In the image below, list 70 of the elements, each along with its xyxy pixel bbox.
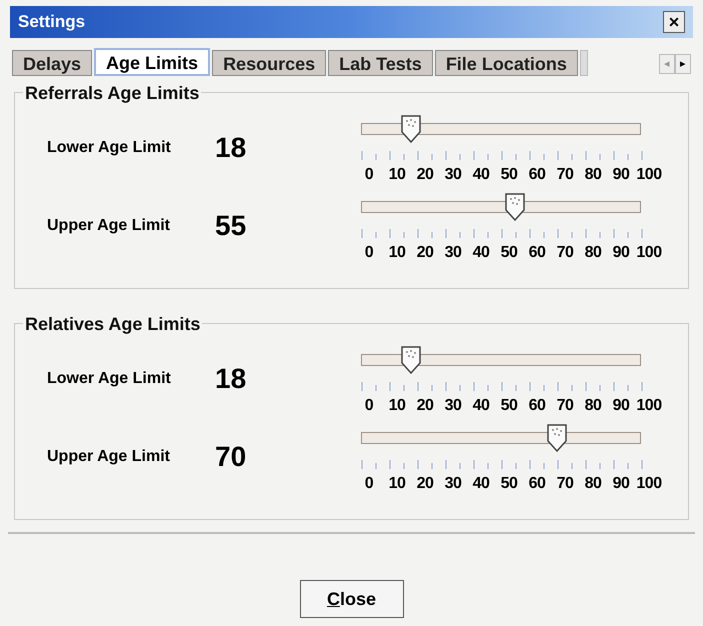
tick-label: 60 <box>528 243 546 263</box>
tab[interactable]: Lab Tests <box>328 50 433 76</box>
tick-label: 10 <box>388 474 406 494</box>
tick-label: 80 <box>584 165 602 185</box>
tick-label: 100 <box>635 474 663 494</box>
tick-label: 50 <box>500 396 518 416</box>
value-text: 55 <box>215 209 248 243</box>
tick-label: 80 <box>584 474 602 494</box>
slider-track[interactable] <box>361 354 641 366</box>
tick-label: 0 <box>364 396 374 416</box>
close-button[interactable]: Close <box>300 580 404 618</box>
tick-label: 90 <box>612 165 630 185</box>
tick-label: 100 <box>635 243 663 263</box>
tick-label: 60 <box>528 165 546 185</box>
tick-label: 0 <box>364 474 374 494</box>
tick-label: 50 <box>500 474 518 494</box>
tick-label: 40 <box>472 243 490 263</box>
tick-label: 0 <box>364 243 374 263</box>
tick-label: 30 <box>444 396 462 416</box>
tick-label: 60 <box>528 474 546 494</box>
tick-label: 30 <box>444 165 462 185</box>
tick-label: 90 <box>612 474 630 494</box>
value-text: 70 <box>215 440 248 474</box>
tick-label: 20 <box>416 396 434 416</box>
field-label: Lower Age Limit <box>46 369 172 389</box>
tick-label: 50 <box>500 165 518 185</box>
tab[interactable]: Delays <box>12 50 92 76</box>
slider-thumb[interactable] <box>401 346 422 374</box>
slider-track[interactable] <box>361 432 641 444</box>
tick-label: 60 <box>528 396 546 416</box>
tick-label: 10 <box>388 396 406 416</box>
slider-track[interactable] <box>361 123 641 135</box>
tick-label: 20 <box>416 474 434 494</box>
tick-label: 10 <box>388 165 406 185</box>
slider-thumb[interactable] <box>547 424 567 452</box>
tick-label: 90 <box>612 243 630 263</box>
scroll-right-button[interactable]: ▸ <box>675 54 691 74</box>
field-label: Upper Age Limit <box>46 447 171 467</box>
slider-track[interactable] <box>361 201 641 213</box>
tick-label: 50 <box>500 243 518 263</box>
tick-label: 30 <box>444 474 462 494</box>
tick-label: 40 <box>472 396 490 416</box>
tick-label: 40 <box>472 474 490 494</box>
tab[interactable]: Age Limits <box>94 48 210 76</box>
tick-label: 70 <box>556 396 574 416</box>
tick-label: 20 <box>416 165 434 185</box>
tick-label: 90 <box>612 396 630 416</box>
value-text: 18 <box>215 131 248 165</box>
slider-thumb[interactable] <box>505 193 525 221</box>
tab[interactable]: Resources <box>212 50 326 76</box>
close-button[interactable]: × <box>663 11 685 33</box>
tick-label: 70 <box>556 165 574 185</box>
tick-label: 10 <box>388 243 406 263</box>
tick-label: 20 <box>416 243 434 263</box>
tick-label: 80 <box>584 243 602 263</box>
slider-thumb[interactable] <box>401 115 422 143</box>
window-title: Settings <box>18 11 86 34</box>
tick-label: 100 <box>635 165 663 185</box>
tick-label: 0 <box>364 165 374 185</box>
field-label: Upper Age Limit <box>46 216 171 236</box>
tab-edge <box>580 50 588 76</box>
tick-label: 30 <box>444 243 462 263</box>
tick-label: 70 <box>556 243 574 263</box>
tick-label: 70 <box>556 474 574 494</box>
tick-label: 100 <box>635 396 663 416</box>
value-text: 18 <box>215 362 248 396</box>
field-label: Lower Age Limit <box>46 138 172 158</box>
tick-label: 80 <box>584 396 602 416</box>
tab[interactable]: File Locations <box>434 50 578 76</box>
tick-label: 40 <box>472 165 490 185</box>
